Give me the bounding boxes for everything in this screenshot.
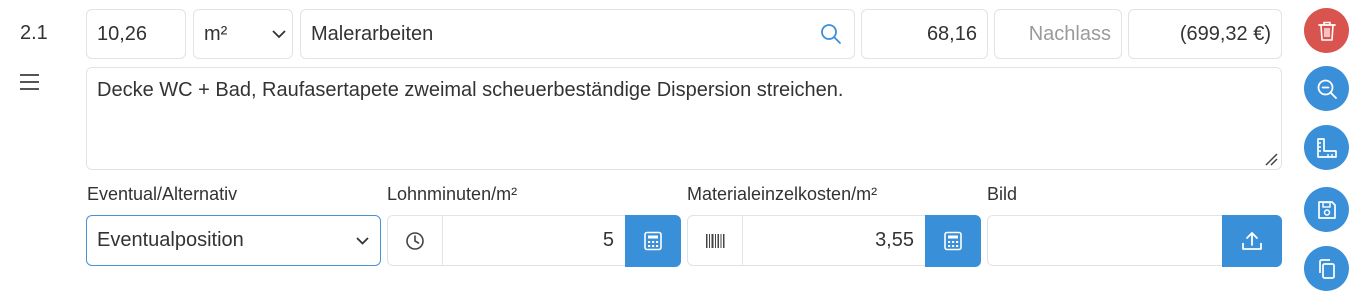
hamburger-icon[interactable] bbox=[20, 74, 40, 90]
search-icon[interactable] bbox=[820, 23, 842, 45]
clock-icon bbox=[406, 231, 424, 250]
image-upload-field[interactable] bbox=[987, 215, 1282, 267]
material-costs-input[interactable]: 3,55 bbox=[687, 215, 981, 267]
upload-icon bbox=[1242, 232, 1262, 250]
zoom-out-icon bbox=[1317, 79, 1337, 99]
image-upload-button[interactable] bbox=[1222, 215, 1282, 267]
chevron-down-icon bbox=[356, 237, 369, 245]
total-value: (699,32 €) bbox=[1179, 22, 1271, 45]
calculator-icon bbox=[644, 231, 662, 251]
barcode-addon bbox=[688, 216, 743, 265]
material-calculator-button[interactable] bbox=[925, 215, 981, 267]
measure-button[interactable] bbox=[1304, 125, 1349, 170]
save-icon bbox=[1317, 200, 1336, 219]
long-description-text: Decke WC + Bad, Raufasertapete zweimal s… bbox=[97, 79, 844, 101]
labor-minutes-input[interactable]: 5 bbox=[387, 215, 681, 267]
calculator-icon bbox=[944, 231, 962, 251]
quantity-input[interactable]: 10,26 bbox=[86, 9, 186, 59]
image-label: Bild bbox=[987, 184, 1018, 204]
type-label: Eventual/Alternativ bbox=[87, 184, 238, 204]
labor-minutes-label: Lohnminuten/m² bbox=[387, 184, 518, 204]
discount-placeholder: Nachlass bbox=[1028, 22, 1111, 45]
discount-input[interactable]: Nachlass bbox=[994, 9, 1122, 59]
trash-icon bbox=[1317, 21, 1336, 41]
save-button[interactable] bbox=[1304, 187, 1349, 232]
zoom-out-button[interactable] bbox=[1304, 66, 1349, 111]
copy-icon bbox=[1318, 258, 1335, 279]
unit-price-value: 68,16 bbox=[926, 22, 977, 45]
unit-value: m² bbox=[204, 22, 228, 45]
material-costs-label: Materialeinzelkosten/m² bbox=[687, 184, 878, 204]
total-field: (699,32 €) bbox=[1128, 9, 1282, 59]
material-costs-value: 3,55 bbox=[875, 229, 914, 251]
position-number: 2.1 bbox=[20, 22, 48, 44]
clock-addon bbox=[388, 216, 443, 265]
copy-button[interactable] bbox=[1304, 246, 1349, 291]
delete-button[interactable] bbox=[1304, 8, 1349, 53]
labor-calculator-button[interactable] bbox=[625, 215, 681, 267]
type-select[interactable]: Eventualposition bbox=[86, 215, 381, 266]
type-value: Eventualposition bbox=[97, 229, 244, 251]
ruler-icon bbox=[1316, 137, 1337, 158]
barcode-icon bbox=[706, 233, 725, 248]
description-value: Malerarbeiten bbox=[311, 22, 434, 45]
description-search-input[interactable]: Malerarbeiten bbox=[300, 9, 855, 59]
labor-minutes-value: 5 bbox=[602, 229, 614, 251]
unit-select[interactable]: m² bbox=[193, 9, 293, 59]
quantity-value: 10,26 bbox=[97, 22, 148, 45]
unit-price-input[interactable]: 68,16 bbox=[861, 9, 988, 59]
long-description-textarea[interactable]: Decke WC + Bad, Raufasertapete zweimal s… bbox=[86, 67, 1282, 170]
resize-handle-icon[interactable] bbox=[1264, 152, 1278, 166]
chevron-down-icon bbox=[272, 30, 286, 39]
